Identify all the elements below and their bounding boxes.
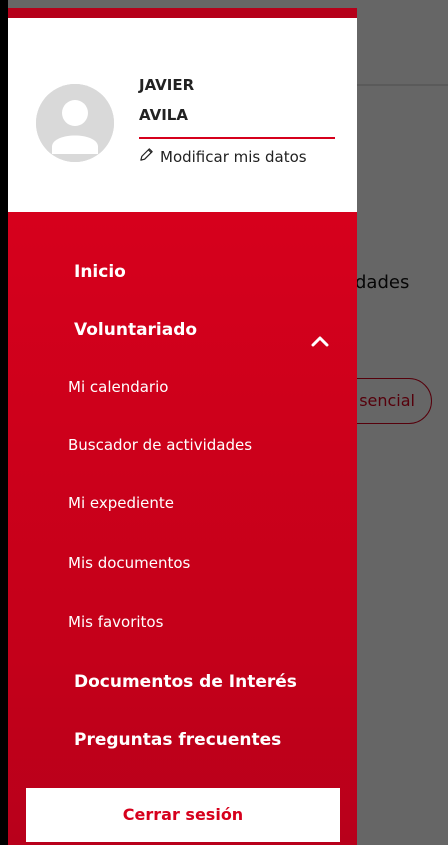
user-first-name: JAVIER bbox=[139, 76, 195, 94]
submenu-item-mis-documentos[interactable]: Mis documentos bbox=[68, 554, 190, 572]
submenu-item-mi-expediente[interactable]: Mi expediente bbox=[68, 494, 174, 512]
submenu-item-mis-favoritos[interactable]: Mis favoritos bbox=[68, 613, 163, 631]
chevron-up-icon[interactable] bbox=[311, 332, 329, 347]
screen-edge bbox=[0, 0, 8, 845]
drawer-top-bar bbox=[8, 8, 357, 18]
drawer-menu: Inicio Voluntariado Mi calendario Buscad… bbox=[8, 212, 357, 845]
submenu-item-mi-calendario[interactable]: Mi calendario bbox=[68, 378, 168, 396]
menu-item-inicio[interactable]: Inicio bbox=[74, 262, 126, 282]
user-last-name: AVILA bbox=[139, 106, 188, 124]
logout-button[interactable]: Cerrar sesión bbox=[26, 788, 340, 842]
menu-item-preguntas-frecuentes[interactable]: Preguntas frecuentes bbox=[74, 730, 281, 750]
edit-profile-label: Modificar mis datos bbox=[160, 147, 307, 166]
pencil-icon bbox=[139, 147, 154, 166]
user-avatar-icon bbox=[36, 84, 114, 162]
edit-profile-link[interactable]: Modificar mis datos bbox=[139, 147, 307, 166]
menu-item-voluntariado[interactable]: Voluntariado bbox=[74, 320, 197, 340]
user-name-underline bbox=[139, 137, 335, 139]
submenu-item-buscador-de-actividades[interactable]: Buscador de actividades bbox=[68, 436, 252, 454]
menu-item-documentos-de-interes[interactable]: Documentos de Interés bbox=[74, 672, 297, 692]
navigation-drawer: JAVIER AVILA Modificar mis datos Inicio … bbox=[8, 8, 357, 845]
